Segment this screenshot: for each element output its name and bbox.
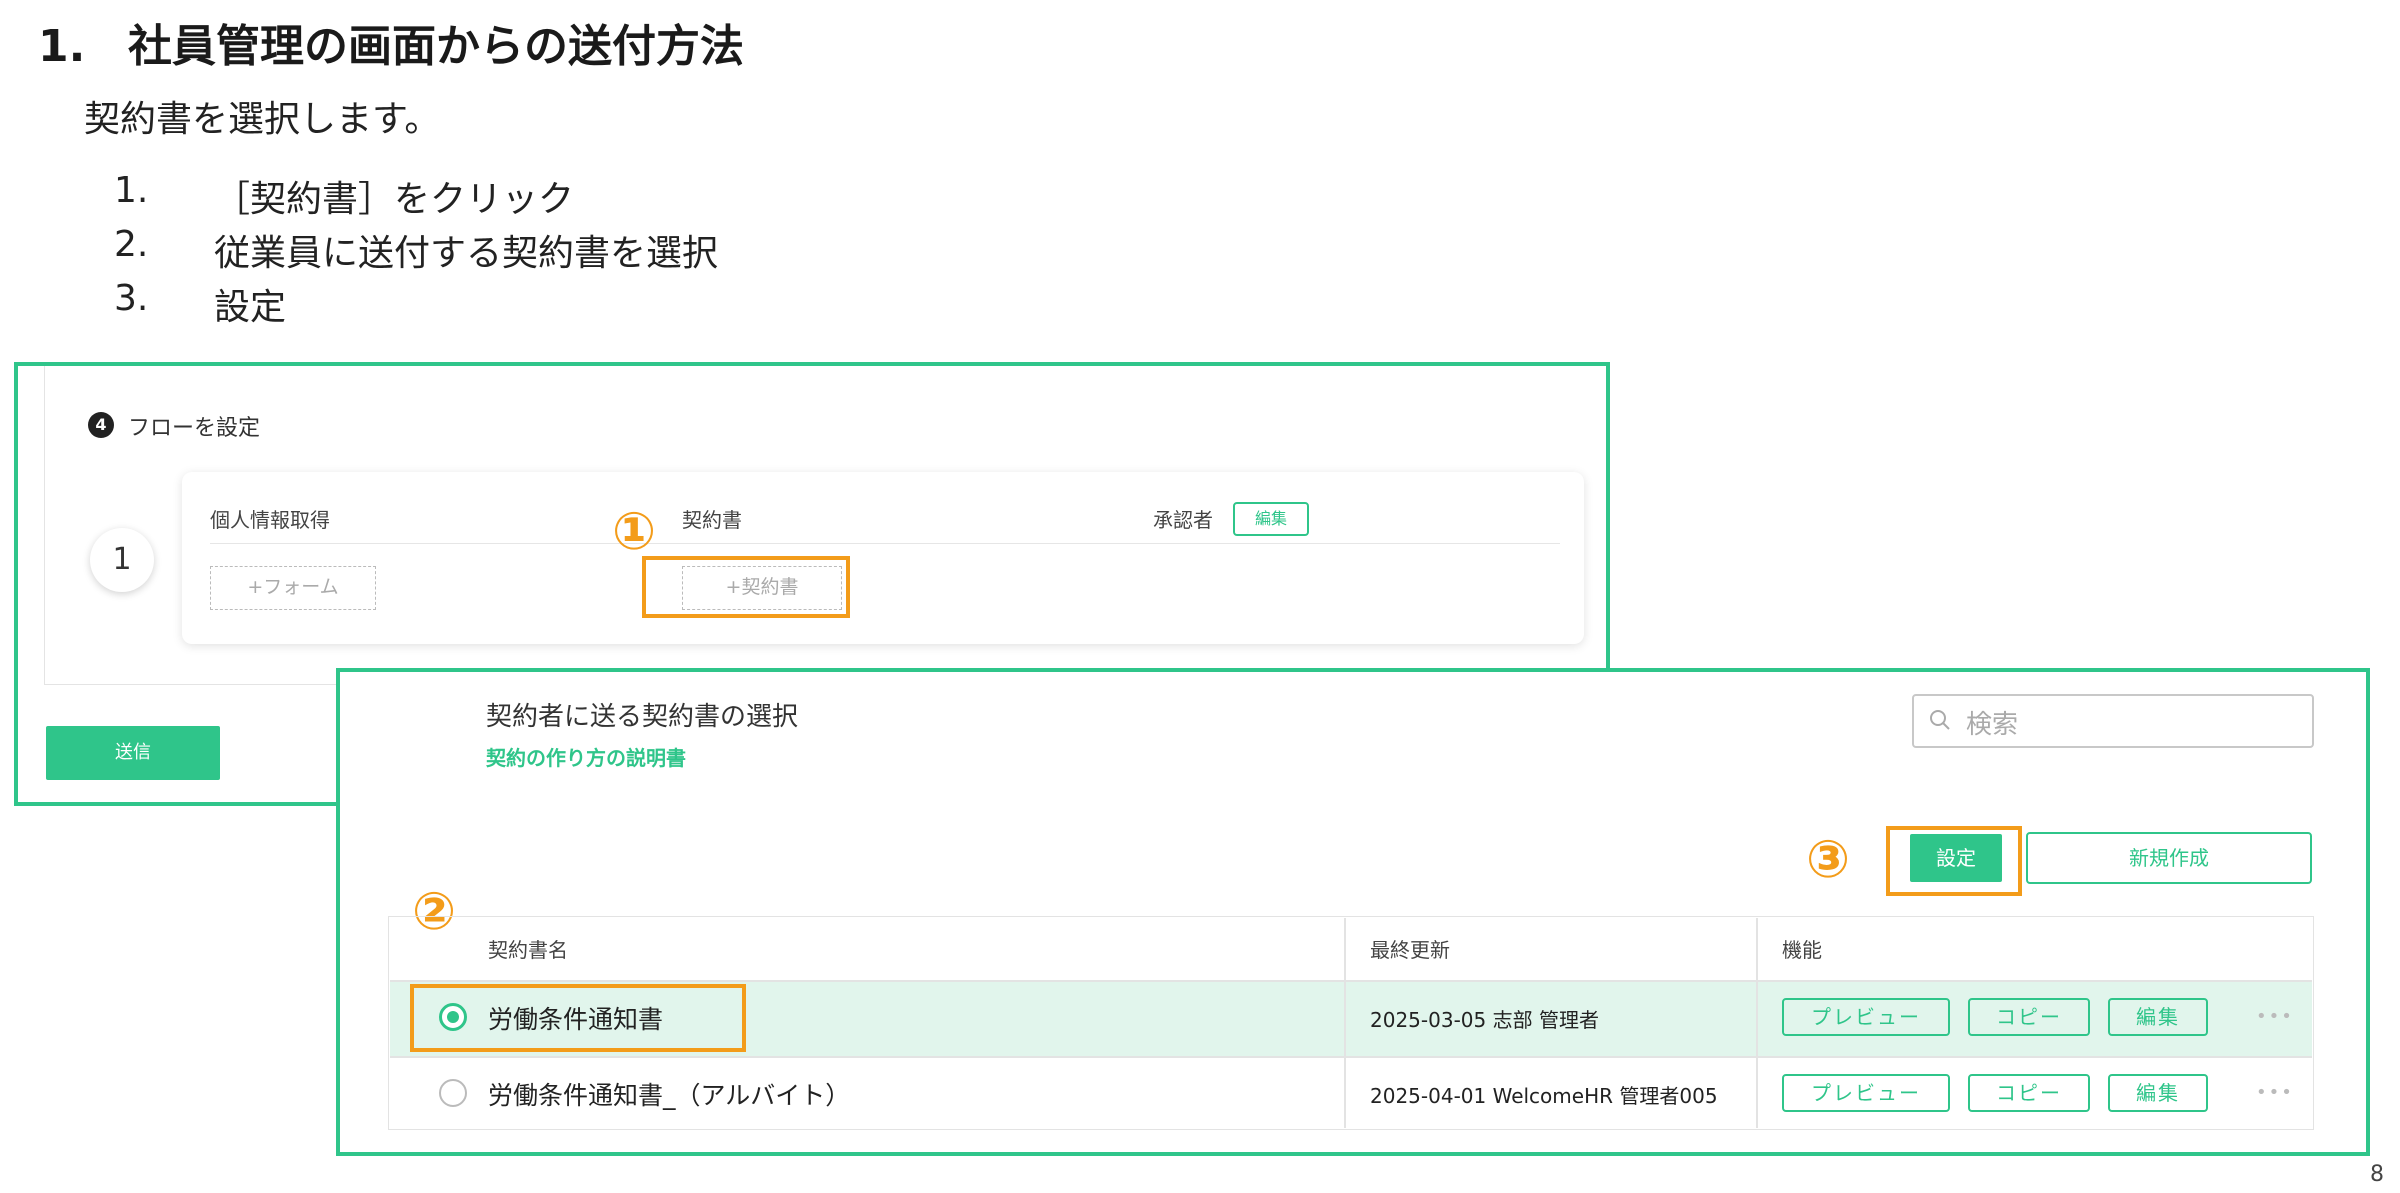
flow-step-badge: 4 [88,412,114,438]
flow-step-number: 1 [90,528,154,592]
flow-card [182,472,1584,644]
add-form-button[interactable]: +フォーム [210,566,376,610]
instruction-step-3: 3. 設定 [114,278,914,328]
flow-section-label: フローを設定 [128,416,261,441]
slide-intro: 契約書を選択します。 [84,99,441,140]
header-functions: 機能 [1782,938,1822,962]
marker-1: ① [612,502,657,562]
row-2-radio[interactable] [439,1079,467,1107]
highlight-contract-button [642,556,850,618]
slide-title-text: 社員管理の画面からの送付方法 [128,21,744,72]
search-icon [1930,710,1950,730]
row-2-name: 労働条件通知書_（アルバイト） [488,1081,851,1110]
dialog-title: 契約者に送る契約書の選択 [486,702,799,732]
step-number: 2. [114,224,149,265]
search-placeholder: 検索 [1966,710,2019,740]
slide-title-number: 1. [38,21,86,72]
new-contract-button[interactable]: 新規作成 [2026,832,2312,884]
table-row-divider [390,1056,2312,1058]
send-button[interactable]: 送信 [46,726,220,780]
instruction-step-1: 1. ［契約書］をクリック [114,170,914,220]
step-number: 3. [114,278,149,319]
row-2-preview-button[interactable]: プレビュー [1782,1074,1950,1112]
help-link[interactable]: 契約の作り方の説明書 [486,742,686,771]
header-last-updated: 最終更新 [1370,938,1450,962]
step-number: 1. [114,170,149,211]
instruction-step-2: 2. 従業員に送付する契約書を選択 [114,224,914,274]
step-text: 従業員に送付する契約書を選択 [214,233,719,274]
row-2-edit-button[interactable]: 編集 [2108,1074,2208,1112]
contract-heading: 契約書 [682,508,742,532]
table-column-divider [1344,918,1346,1128]
page-number: 8 [2370,1162,2384,1187]
slide-title: 1. 社員管理の画面からの送付方法 [38,10,744,74]
personal-info-heading: 個人情報取得 [210,508,330,532]
highlight-selected-row [410,984,746,1052]
row-1-edit-button[interactable]: 編集 [2108,998,2208,1036]
marker-3: ③ [1806,830,1851,890]
row-1-copy-button[interactable]: コピー [1968,998,2090,1036]
row-2-copy-button[interactable]: コピー [1968,1074,2090,1112]
approver-heading: 承認者 [1153,508,1213,532]
row-1-preview-button[interactable]: プレビュー [1782,998,1950,1036]
header-contract-name: 契約書名 [488,938,568,962]
step-text: ［契約書］をクリック [214,179,575,220]
row-1-updated: 2025-03-05 志部 管理者 [1370,1008,1599,1032]
flow-card-divider [210,543,1560,544]
row-1-more-icon[interactable]: ••• [2256,1006,2294,1027]
set-button[interactable]: 設定 [1910,834,2002,882]
approver-edit-button[interactable]: 編集 [1233,502,1309,536]
row-2-more-icon[interactable]: ••• [2256,1082,2294,1103]
table-row-divider [390,980,2312,982]
row-2-updated: 2025-04-01 WelcomeHR 管理者005 [1370,1084,1718,1108]
table-column-divider [1756,918,1758,1128]
step-text: 設定 [214,287,287,328]
